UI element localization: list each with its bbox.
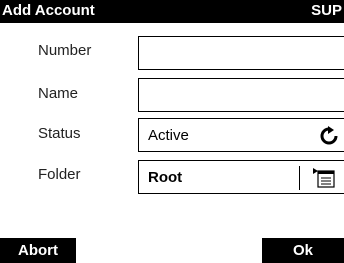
folder-value: Root bbox=[148, 169, 183, 186]
screen-title: Add Account bbox=[2, 2, 95, 19]
folder-list-icon[interactable] bbox=[313, 167, 335, 189]
cycle-icon[interactable] bbox=[319, 126, 339, 146]
folder-label: Folder bbox=[38, 166, 81, 183]
user-indicator: SUP bbox=[311, 2, 342, 19]
abort-button[interactable]: Abort bbox=[0, 238, 76, 263]
status-value: Active bbox=[148, 127, 189, 144]
title-bar: Add Account SUP bbox=[0, 0, 344, 23]
folder-selector[interactable]: Root bbox=[138, 160, 344, 194]
number-label: Number bbox=[38, 42, 92, 59]
number-field[interactable] bbox=[138, 36, 344, 70]
name-label: Name bbox=[38, 85, 79, 102]
ok-button[interactable]: Ok bbox=[262, 238, 344, 263]
name-field[interactable] bbox=[138, 78, 344, 112]
status-selector[interactable]: Active bbox=[138, 118, 344, 152]
status-label: Status bbox=[38, 125, 81, 142]
folder-divider bbox=[299, 166, 300, 190]
